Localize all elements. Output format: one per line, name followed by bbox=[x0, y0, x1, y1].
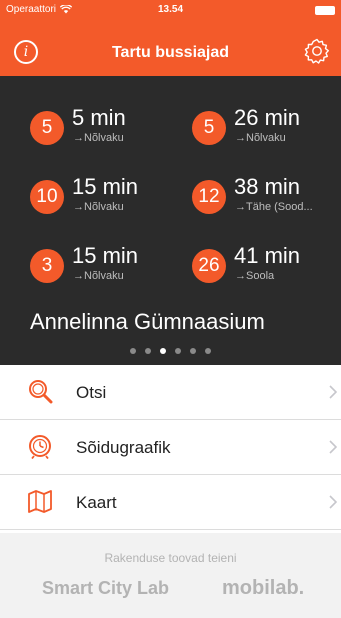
menu-item-label: Kaart bbox=[76, 493, 117, 512]
departure-item[interactable]: 10 15 min →Nõlvaku bbox=[30, 174, 190, 222]
menu-item-label: Sõidugraafik bbox=[76, 438, 171, 457]
page-indicator[interactable] bbox=[0, 348, 341, 354]
route-badge: 10 bbox=[30, 180, 64, 214]
departure-time: 15 min bbox=[72, 174, 139, 199]
departure-destination: →Nõlvaku bbox=[235, 132, 286, 144]
page-dot[interactable] bbox=[205, 348, 211, 354]
page-dot[interactable] bbox=[130, 348, 136, 354]
menu-item-label: Otsi bbox=[76, 383, 107, 402]
departure-destination: →Nõlvaku bbox=[73, 201, 124, 213]
nav-bar: i Tartu bussiajad bbox=[0, 20, 341, 76]
footer: Rakenduse toovad teieni Smart City Lab m… bbox=[0, 533, 341, 618]
status-time: 13.54 bbox=[157, 4, 184, 15]
departure-destination: →Nõlvaku bbox=[73, 270, 124, 282]
departure-time: 41 min bbox=[234, 243, 301, 268]
stop-name: Annelinna Gümnaasium bbox=[30, 309, 265, 334]
departure-item[interactable]: 5 5 min →Nõlvaku bbox=[30, 105, 190, 153]
smart-city-lab-logo: Smart City Lab bbox=[42, 578, 170, 598]
status-bar: Operaattori 13.54 bbox=[0, 0, 341, 20]
route-badge: 3 bbox=[30, 249, 64, 283]
menu-item-search[interactable]: Otsi bbox=[0, 365, 341, 420]
menu-item-timetable[interactable]: Sõidugraafik bbox=[0, 420, 341, 475]
departure-time: 15 min bbox=[72, 243, 139, 268]
route-badge: 26 bbox=[192, 249, 226, 283]
page-dot[interactable] bbox=[175, 348, 181, 354]
main-menu: Otsi Sõidugraafik Kaart bbox=[0, 365, 341, 530]
departure-time: 26 min bbox=[234, 105, 301, 130]
clock-icon bbox=[29, 435, 51, 459]
gear-icon[interactable] bbox=[303, 37, 331, 65]
route-badge: 5 bbox=[30, 111, 64, 145]
departure-item[interactable]: 5 26 min →Nõlvaku bbox=[192, 105, 341, 153]
page-dot[interactable] bbox=[190, 348, 196, 354]
map-icon bbox=[28, 490, 52, 513]
departure-time: 5 min bbox=[72, 105, 126, 130]
route-badge: 5 bbox=[192, 111, 226, 145]
departure-time: 38 min bbox=[234, 174, 301, 199]
search-icon bbox=[29, 380, 53, 404]
departure-item[interactable]: 26 41 min →Soola bbox=[192, 243, 341, 291]
departure-item[interactable]: 12 38 min →Tähe (Sood... bbox=[192, 174, 341, 222]
page-title: Tartu bussiajad bbox=[111, 44, 230, 61]
footer-caption: Rakenduse toovad teieni bbox=[104, 551, 237, 565]
page-dot[interactable] bbox=[160, 348, 166, 354]
battery-icon bbox=[315, 6, 335, 15]
route-badge: 12 bbox=[192, 180, 226, 214]
departure-item[interactable]: 3 15 min →Nõlvaku bbox=[30, 243, 190, 291]
page-dot[interactable] bbox=[145, 348, 151, 354]
departure-destination: →Soola bbox=[235, 270, 275, 282]
menu-item-map[interactable]: Kaart bbox=[0, 475, 341, 530]
chevron-right-icon bbox=[329, 385, 337, 399]
chevron-right-icon bbox=[329, 495, 337, 509]
departures-panel[interactable]: 5 5 min →Nõlvaku 5 26 min →Nõlvaku 10 15… bbox=[0, 76, 341, 365]
chevron-right-icon bbox=[329, 440, 337, 454]
departure-destination: →Tähe (Sood... bbox=[235, 201, 313, 213]
mobilab-logo: mobilab. bbox=[222, 577, 305, 599]
departure-destination: →Nõlvaku bbox=[73, 132, 124, 144]
